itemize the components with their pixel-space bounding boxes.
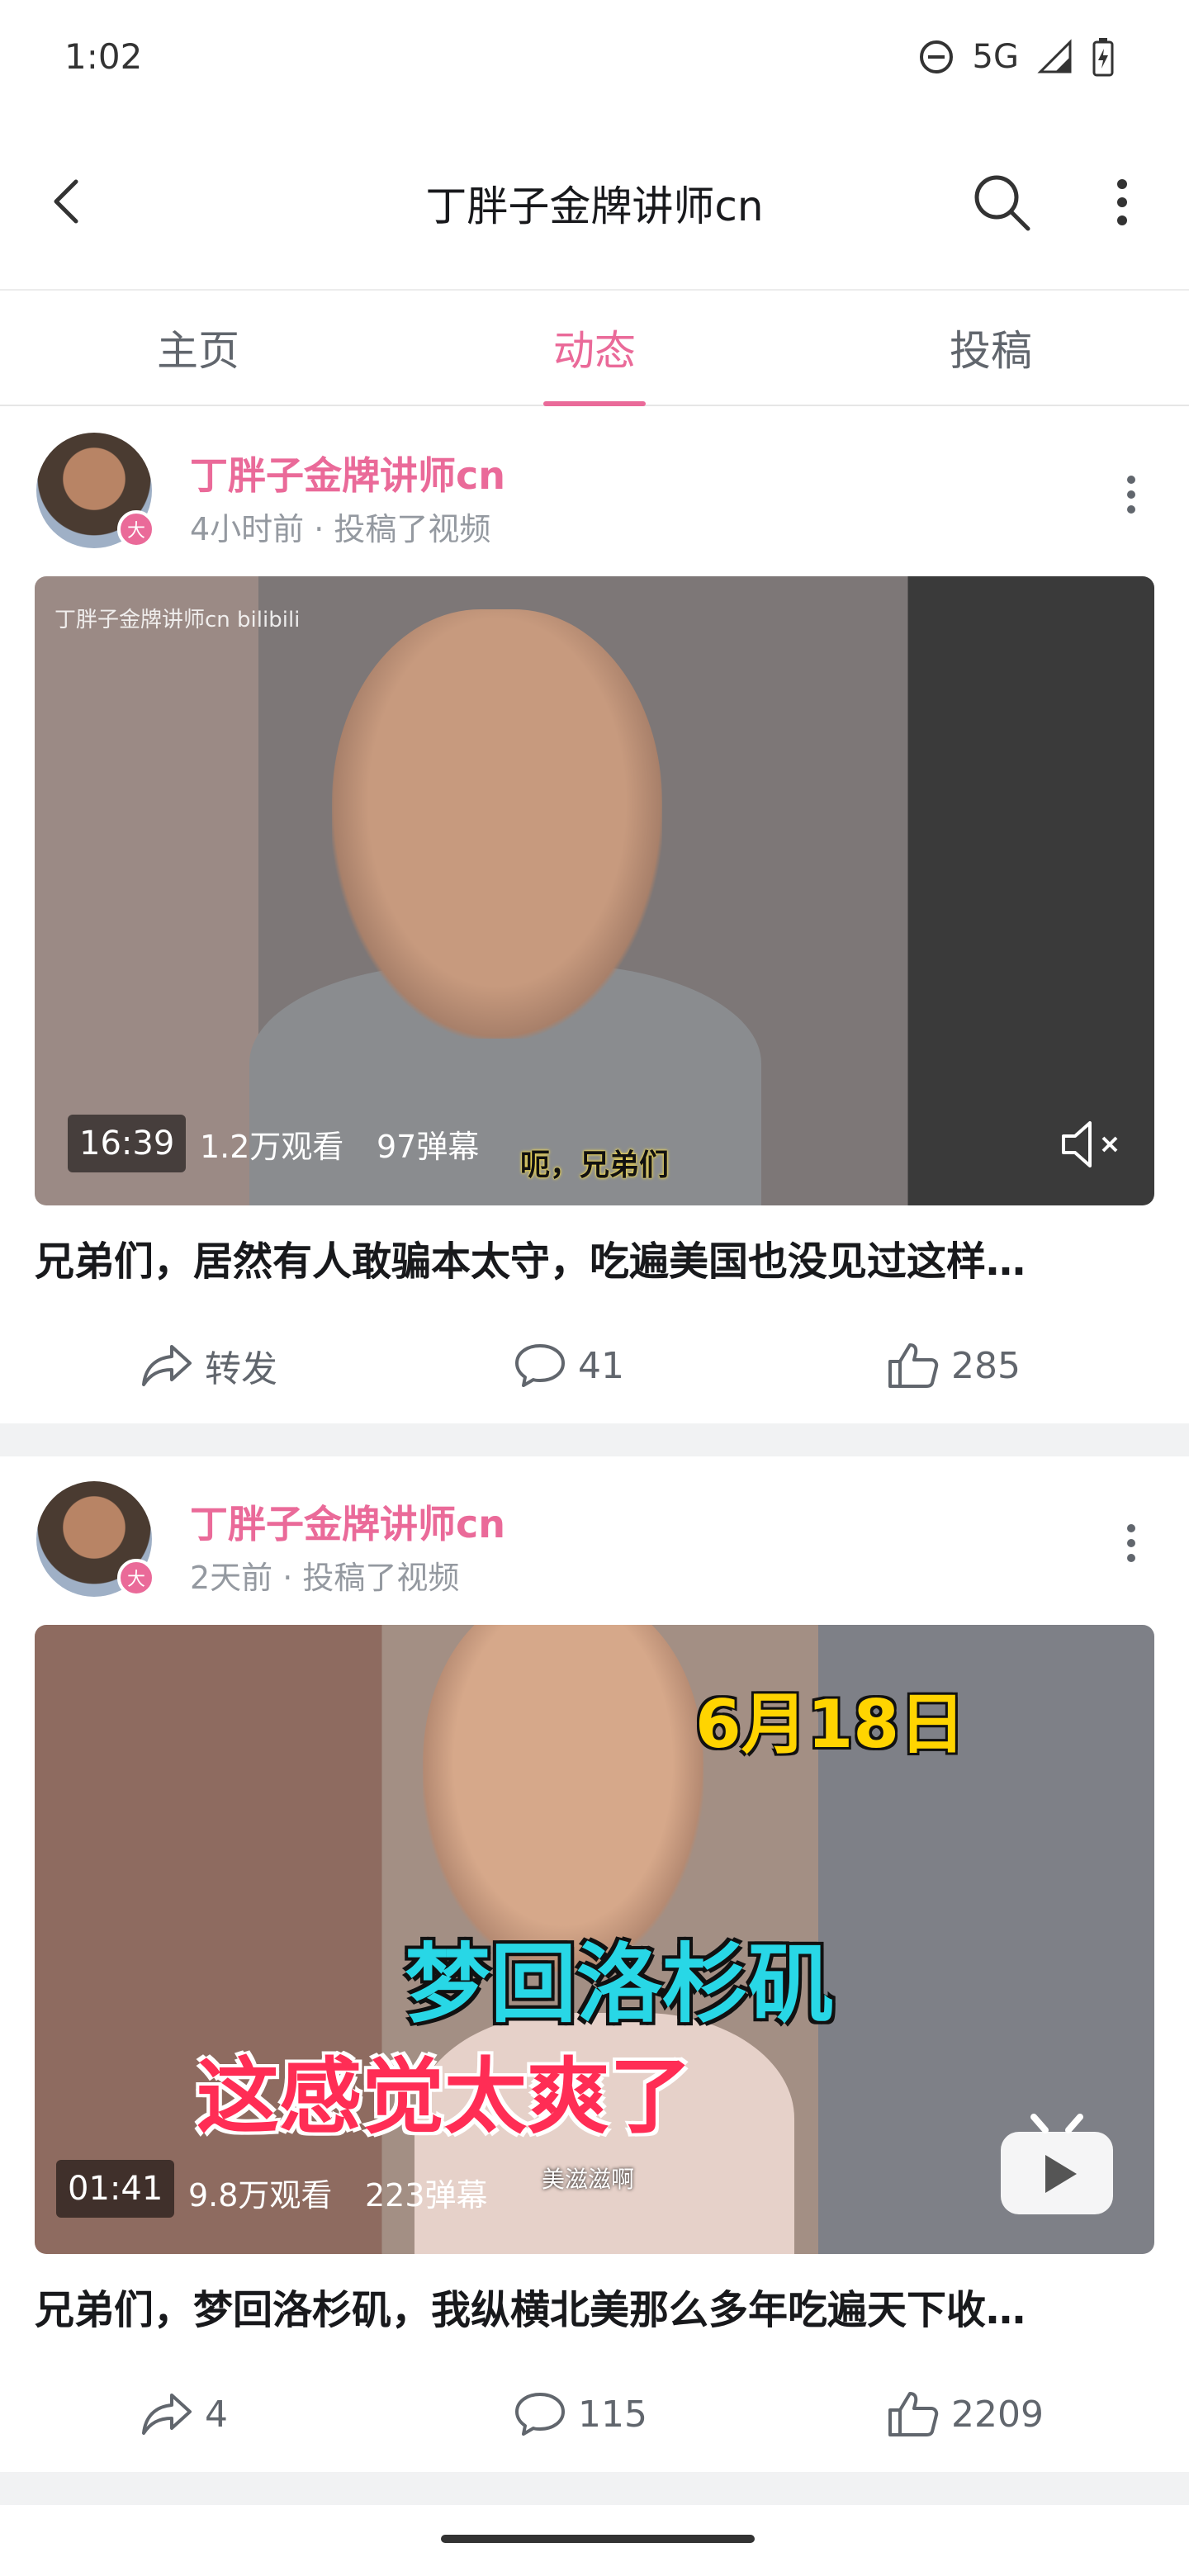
share-icon: [142, 1345, 192, 1386]
comment-count: 115: [578, 2393, 647, 2436]
video-thumbnail[interactable]: 6月18日 梦回洛杉矶 这感觉太爽了 美滋滋啊 01:41 9.8万观看 223…: [35, 1625, 1154, 2254]
video-thumbnail[interactable]: 丁胖子金牌讲师cn bilibili 呃，兄弟们 16:39 1.2万观看 97…: [35, 576, 1154, 1205]
view-count: 1.2万观看: [200, 1128, 344, 1165]
card-divider: [0, 1423, 1189, 1456]
post-meta: 2天前 · 投稿了视频: [190, 1560, 460, 1596]
tab-label: 动态: [553, 327, 636, 375]
share-button[interactable]: 转发: [140, 1316, 277, 1415]
like-button[interactable]: 285: [887, 1316, 1021, 1415]
like-button[interactable]: 2209: [887, 2365, 1044, 2464]
danmaku-count: 97弹幕: [377, 1128, 480, 1165]
thumbnail-headline: 梦回洛杉矶: [405, 1934, 835, 2034]
comment-button[interactable]: 41: [514, 1316, 624, 1415]
volume-mute-icon: [1062, 1121, 1118, 1167]
active-tab-indicator: [543, 401, 646, 406]
video-subtitle: 呃，兄弟们: [520, 1148, 670, 1182]
mute-button[interactable]: [1050, 1111, 1133, 1177]
share-button[interactable]: 4: [140, 2365, 228, 2464]
more-vertical-icon: [1127, 476, 1135, 514]
status-bar: 1:02 5G: [0, 0, 1189, 116]
comment-count: 41: [578, 1344, 624, 1387]
do-not-disturb-icon: [918, 39, 955, 75]
profile-tabs: 主页 动态 投稿: [0, 289, 1189, 406]
thumbnail-subheadline: 这感觉太爽了: [197, 2048, 692, 2145]
comment-icon: [515, 2393, 565, 2436]
tab-label: 投稿: [950, 327, 1032, 375]
video-duration: 16:39: [68, 1115, 187, 1172]
video-watermark: 丁胖子金牌讲师cn bilibili: [54, 608, 301, 632]
post-actions: 转发 41 285: [0, 1316, 1189, 1415]
author-name[interactable]: 丁胖子金牌讲师cn: [190, 1494, 505, 1549]
tab-dynamics[interactable]: 动态: [396, 291, 793, 406]
network-label: 5G: [972, 38, 1019, 76]
post-card: 大 丁胖子金牌讲师cn 4小时前 · 投稿了视频 丁胖子金牌讲师cn bilib…: [0, 408, 1189, 1423]
more-vertical-icon: [1127, 1524, 1135, 1562]
card-divider: [0, 2472, 1189, 2505]
author-name[interactable]: 丁胖子金牌讲师cn: [190, 446, 505, 500]
status-icons: 5G: [918, 36, 1115, 78]
app-bar: 丁胖子金牌讲师cn: [0, 132, 1189, 289]
comment-icon: [515, 1344, 565, 1387]
verified-badge: 大: [117, 1559, 155, 1597]
thumbs-up-icon: [888, 2392, 939, 2436]
comment-button[interactable]: 115: [514, 2365, 647, 2464]
tab-submissions[interactable]: 投稿: [793, 291, 1189, 405]
share-label: 转发: [205, 1348, 277, 1390]
like-count: 285: [951, 1344, 1021, 1387]
video-duration: 01:41: [56, 2160, 175, 2218]
search-icon: [974, 175, 1030, 231]
search-button[interactable]: [964, 165, 1039, 239]
video-title[interactable]: 兄弟们，居然有人敢骗本太守，吃遍美国也没见过这样…: [35, 1229, 1125, 1286]
battery-icon: [1092, 37, 1115, 77]
verified-badge: 大: [117, 510, 155, 548]
status-time: 1:02: [64, 36, 143, 77]
video-title[interactable]: 兄弟们，梦回洛杉矶，我纵横北美那么多年吃遍天下收…: [35, 2277, 1125, 2335]
post-more-button[interactable]: [1115, 1514, 1148, 1572]
view-count: 9.8万观看: [188, 2176, 333, 2214]
post-meta: 4小时前 · 投稿了视频: [190, 511, 491, 547]
thumbnail-caption: 美滋滋啊: [542, 2166, 635, 2193]
post-card: 大 丁胖子金牌讲师cn 2天前 · 投稿了视频 6月18日 梦回洛杉矶 这感觉太…: [0, 1456, 1189, 2472]
signal-icon: [1037, 39, 1073, 75]
like-count: 2209: [951, 2393, 1044, 2436]
bilibili-tv-icon: [992, 2112, 1121, 2219]
danmaku-count: 223弹幕: [365, 2176, 488, 2214]
thumbnail-date-text: 6月18日: [695, 1686, 965, 1763]
tab-home[interactable]: 主页: [0, 291, 396, 405]
home-indicator[interactable]: [441, 2535, 755, 2543]
share-count: 4: [205, 2393, 228, 2436]
post-actions: 4 115 2209: [0, 2365, 1189, 2464]
share-icon: [142, 2394, 192, 2435]
post-more-button[interactable]: [1115, 466, 1148, 523]
tab-label: 主页: [157, 327, 239, 375]
thumbs-up-icon: [888, 1343, 939, 1388]
more-menu-button[interactable]: [1093, 165, 1151, 239]
thumbnail-face: [332, 609, 662, 1039]
more-vertical-icon: [1117, 179, 1127, 225]
